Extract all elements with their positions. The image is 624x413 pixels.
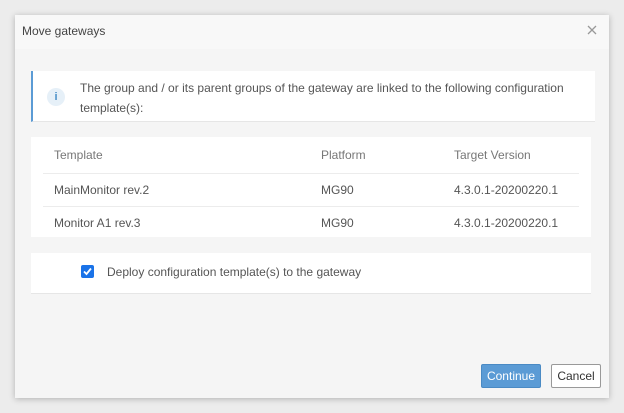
templates-table: Template Platform Target Version MainMon… [43,137,579,239]
version-cell: 4.3.0.1-20200220.1 [454,183,559,197]
info-banner: i The group and / or its parent groups o… [31,71,595,122]
column-header-target-version: Target Version [454,148,531,162]
dialog-header: Move gateways [15,15,609,49]
deploy-checkbox-label[interactable]: Deploy configuration template(s) to the … [107,265,361,279]
column-header-platform: Platform [321,148,366,162]
deploy-option: Deploy configuration template(s) to the … [31,253,591,294]
template-cell: Monitor A1 rev.3 [54,216,141,230]
close-icon[interactable] [585,23,599,37]
info-message: The group and / or its parent groups of … [80,81,564,115]
version-cell: 4.3.0.1-20200220.1 [454,216,559,230]
dialog-title: Move gateways [22,24,106,38]
table-header: Template Platform Target Version [43,137,579,174]
cancel-button[interactable]: Cancel [551,364,601,388]
move-gateways-dialog: Move gateways i The group and / or its p… [15,15,609,398]
template-cell: MainMonitor rev.2 [54,183,150,197]
table-row: MainMonitor rev.2 MG90 4.3.0.1-20200220.… [43,174,579,207]
platform-cell: MG90 [321,183,354,197]
column-header-template: Template [54,148,103,162]
continue-button[interactable]: Continue [481,364,541,388]
templates-table-card: Template Platform Target Version MainMon… [31,137,591,237]
platform-cell: MG90 [321,216,354,230]
table-row: Monitor A1 rev.3 MG90 4.3.0.1-20200220.1 [43,207,579,239]
info-icon: i [47,88,65,106]
deploy-checkbox[interactable] [81,265,94,278]
